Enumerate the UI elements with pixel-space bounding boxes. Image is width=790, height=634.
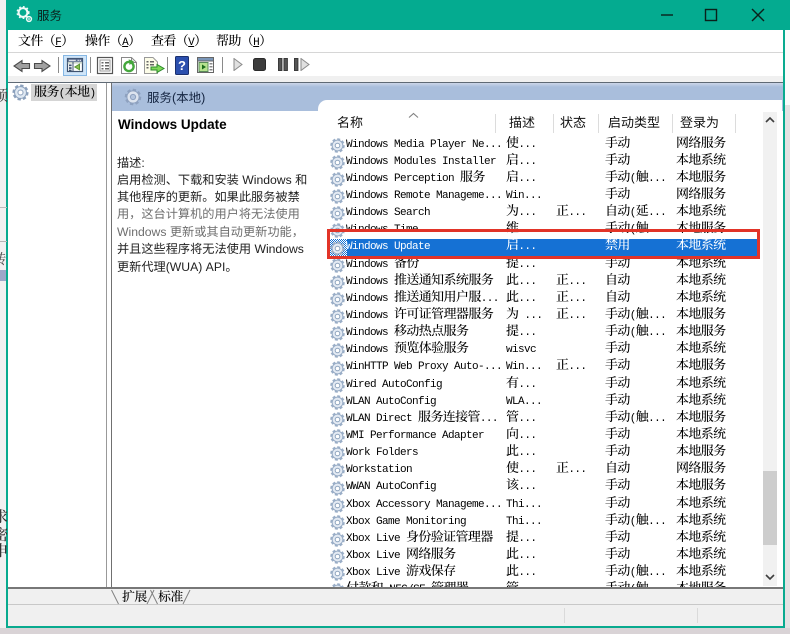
svg-text:?: ? — [178, 58, 186, 73]
